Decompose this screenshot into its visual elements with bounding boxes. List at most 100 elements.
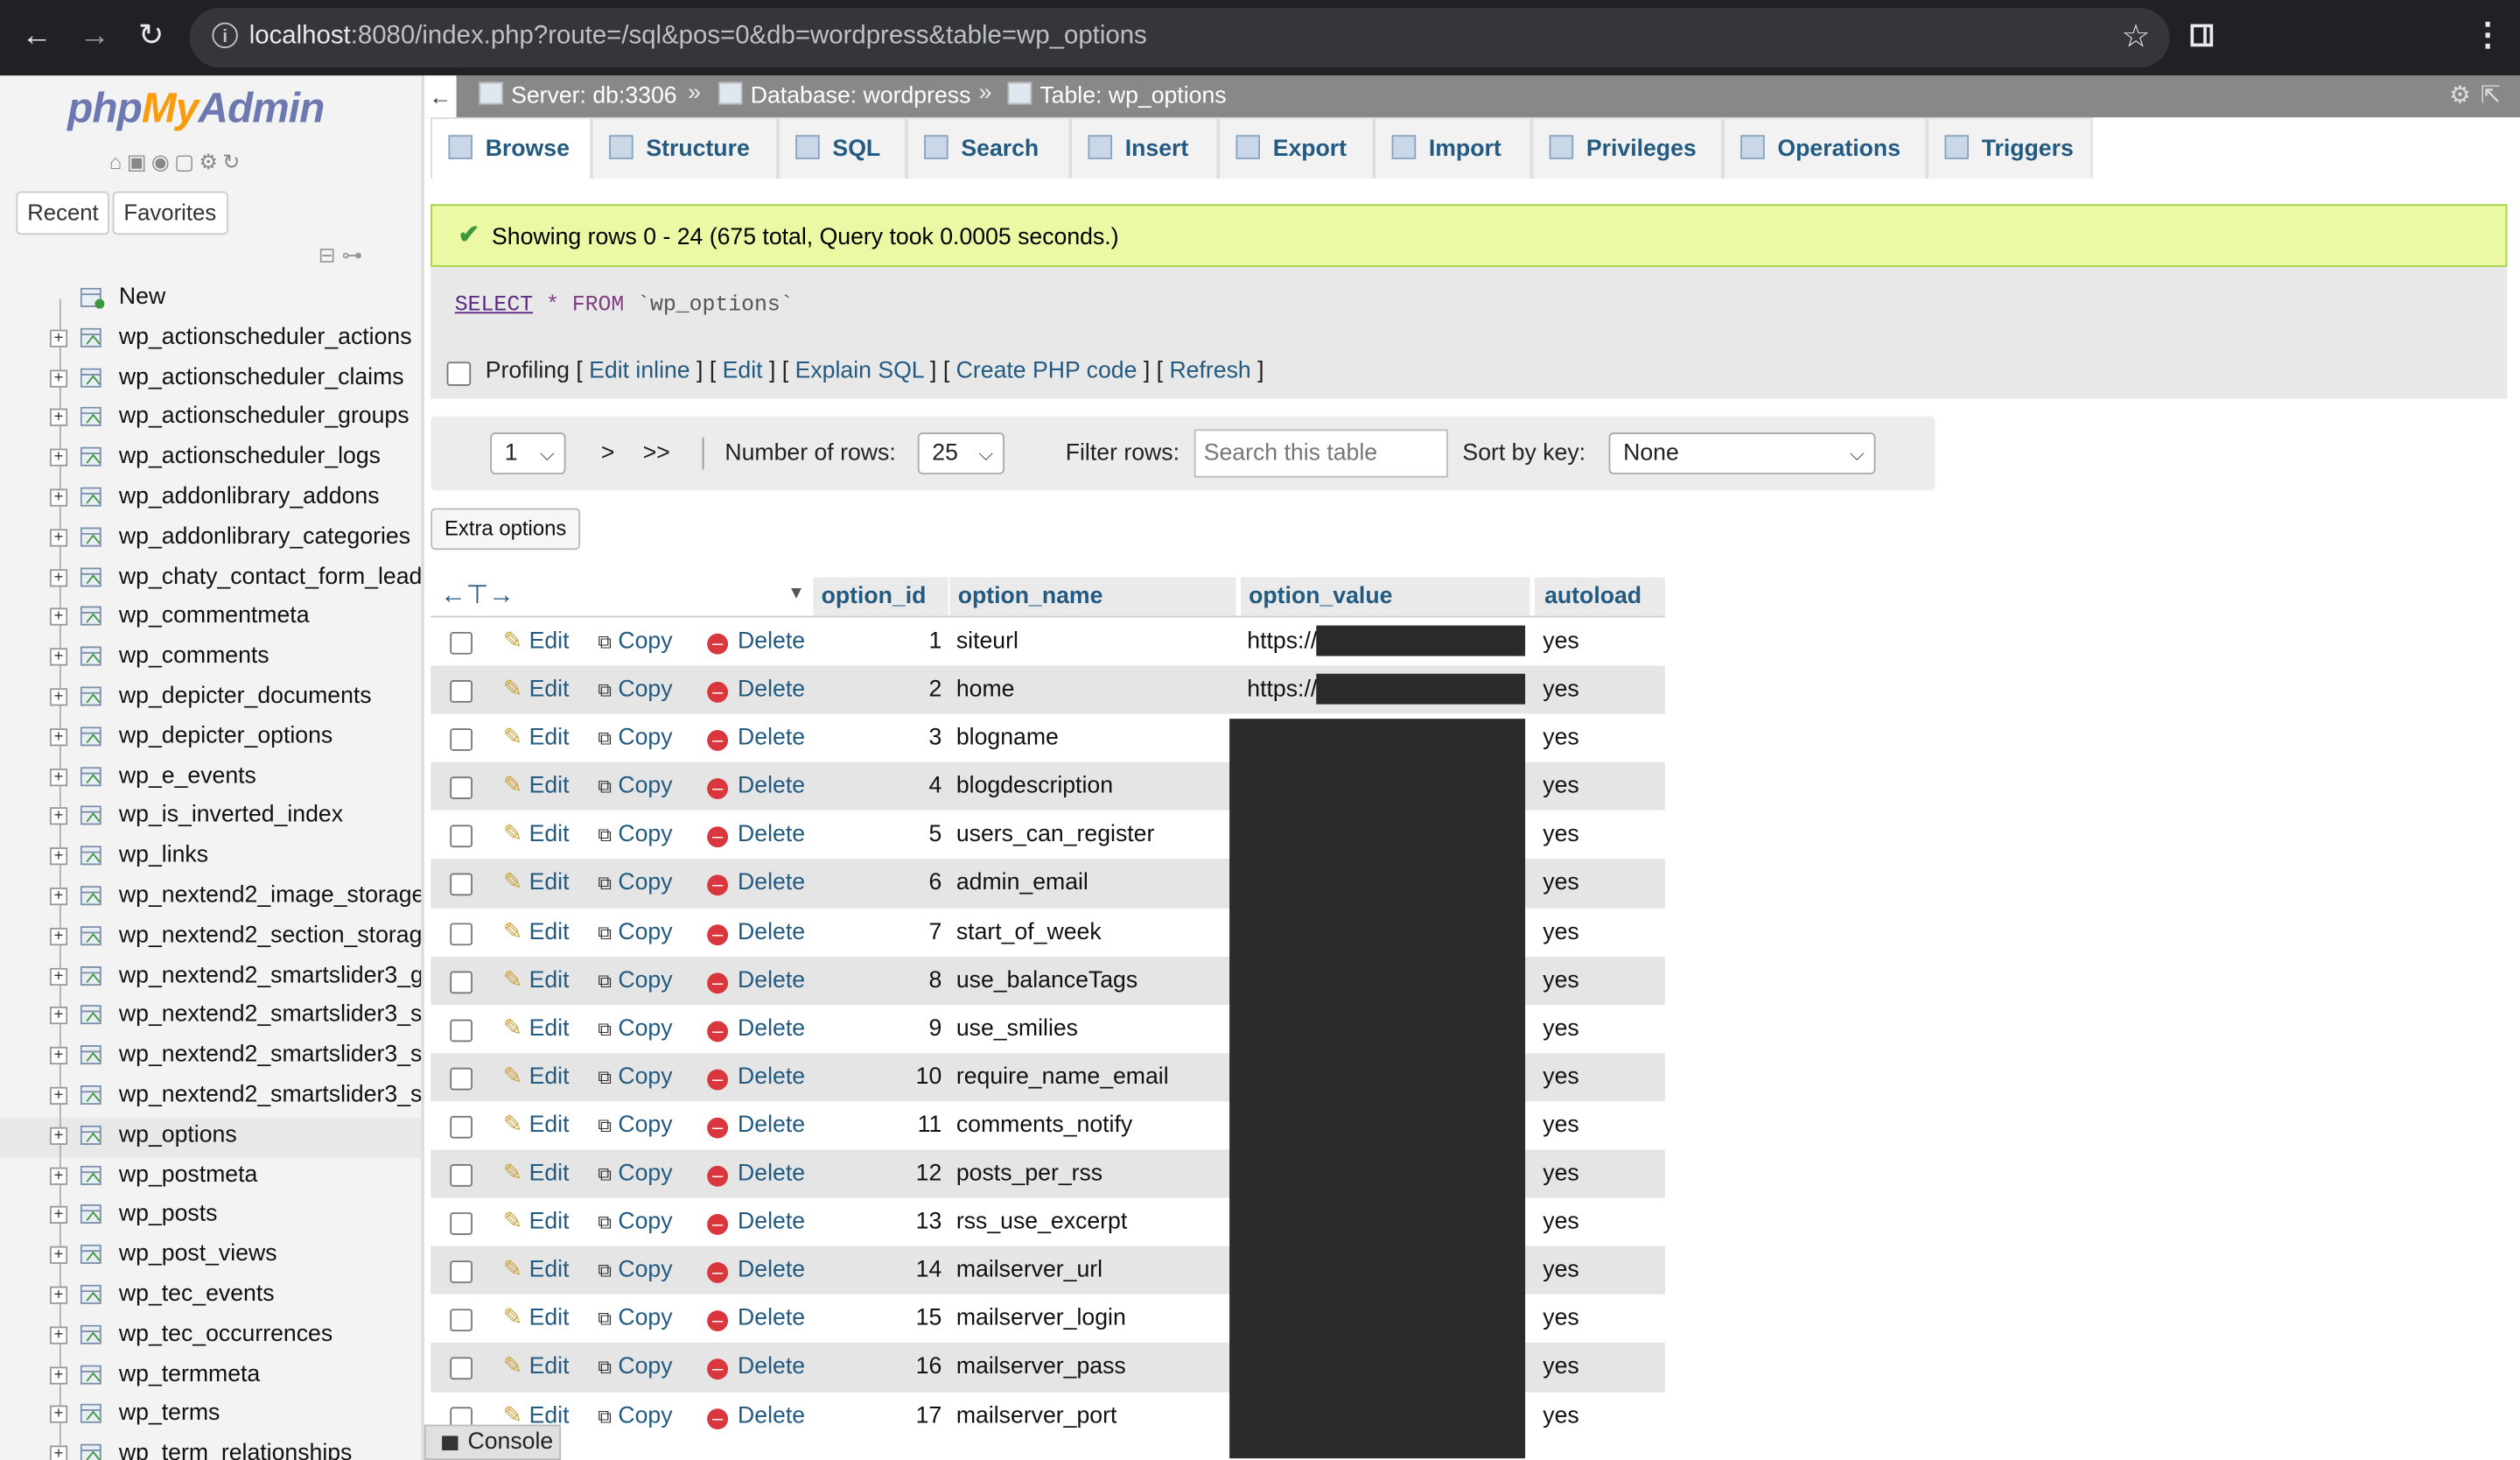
row-checkbox[interactable]	[450, 1115, 472, 1139]
sidebar-table-label[interactable]: wp_posts	[119, 1202, 218, 1227]
console-toggle[interactable]: Console	[424, 1424, 562, 1460]
row-checkbox[interactable]	[450, 1260, 472, 1284]
expand-icon[interactable]: +	[49, 727, 68, 746]
tab-import[interactable]: Import	[1374, 117, 1532, 179]
next-page-button[interactable]: >	[601, 440, 615, 466]
sidebar-table-item[interactable]: + wp_termmeta	[0, 1356, 421, 1397]
cell-option-name[interactable]: mailserver_pass	[956, 1355, 1126, 1380]
cell-option-id[interactable]: 17	[864, 1403, 942, 1428]
sidebar-table-item[interactable]: + wp_tec_occurrences	[0, 1316, 421, 1357]
recent-button[interactable]: Recent	[16, 191, 110, 235]
sidebar-table-label[interactable]: wp_nextend2_smartslider3_sl	[119, 1042, 421, 1068]
breadcrumb-table[interactable]: Table: wp_options	[1007, 81, 1227, 109]
cell-autoload[interactable]: yes	[1543, 1306, 1578, 1331]
sidebar-table-label[interactable]: wp_postmeta	[119, 1162, 257, 1187]
sidebar-table-label[interactable]: wp_actionscheduler_claims	[119, 364, 404, 390]
cell-option-id[interactable]: 10	[864, 1064, 942, 1090]
cell-option-name[interactable]: posts_per_rss	[956, 1161, 1102, 1186]
cell-option-name[interactable]: home	[956, 677, 1015, 703]
settings-icon[interactable]: ⚙⇱	[2449, 81, 2510, 109]
cell-autoload[interactable]: yes	[1543, 774, 1578, 799]
cell-option-id[interactable]: 3	[864, 726, 942, 751]
side-panel-icon[interactable]	[2190, 24, 2214, 47]
expand-icon[interactable]: +	[49, 847, 68, 866]
copy-row-button[interactable]: ⧉ Copy	[598, 726, 672, 751]
cell-autoload[interactable]: yes	[1543, 1403, 1578, 1428]
sidebar-table-label[interactable]: wp_commentmeta	[119, 604, 310, 629]
expand-icon[interactable]: +	[49, 1127, 68, 1145]
back-icon[interactable]: ←	[13, 13, 61, 61]
expand-icon[interactable]: +	[49, 329, 68, 347]
edit-link[interactable]: Edit	[723, 359, 763, 384]
tab-triggers[interactable]: Triggers	[1927, 117, 2093, 179]
sidebar-table-item[interactable]: + wp_nextend2_section_storage	[0, 917, 421, 958]
collapse-all-icon[interactable]: ⊟ ⊶	[318, 242, 363, 268]
copy-row-button[interactable]: ⧉ Copy	[598, 1113, 672, 1138]
delete-row-button[interactable]: – Delete	[707, 1355, 805, 1380]
cell-option-id[interactable]: 5	[864, 822, 942, 847]
header-option-name[interactable]: option_name	[958, 584, 1103, 609]
edit-inline-link[interactable]: Edit inline	[589, 359, 690, 384]
collapse-nav-icon[interactable]: ←	[424, 75, 457, 118]
sidebar-table-item[interactable]: + wp_depicter_documents	[0, 678, 421, 719]
delete-row-button[interactable]: – Delete	[707, 1016, 805, 1042]
delete-row-button[interactable]: – Delete	[707, 871, 805, 897]
sidebar-table-item[interactable]: + wp_term_relationships	[0, 1435, 421, 1460]
sidebar-table-item[interactable]: + wp_actionscheduler_groups	[0, 399, 421, 439]
sidebar-table-label[interactable]: wp_addonlibrary_categories	[119, 523, 410, 549]
row-checkbox[interactable]	[450, 728, 472, 752]
edit-row-button[interactable]: ✎ Edit	[503, 628, 570, 654]
row-checkbox[interactable]	[450, 680, 472, 703]
quick-links-icons[interactable]: ⌂▣◉▢⚙↻	[109, 150, 245, 175]
cell-option-name[interactable]: rss_use_excerpt	[956, 1210, 1127, 1235]
edit-row-button[interactable]: ✎ Edit	[503, 1258, 570, 1283]
sidebar-table-item[interactable]: + wp_comments	[0, 638, 421, 679]
edit-row-button[interactable]: ✎ Edit	[503, 822, 570, 847]
edit-row-button[interactable]: ✎ Edit	[503, 919, 570, 944]
sidebar-table-label[interactable]: wp_actionscheduler_actions	[119, 325, 412, 350]
tab-browse[interactable]: Browse	[430, 117, 592, 179]
delete-row-button[interactable]: – Delete	[707, 1403, 805, 1429]
sidebar-table-label[interactable]: wp_post_views	[119, 1241, 277, 1267]
edit-row-button[interactable]: ✎ Edit	[503, 677, 570, 703]
sidebar-table-label[interactable]: wp_term_relationships	[119, 1441, 352, 1460]
cell-autoload[interactable]: yes	[1543, 1113, 1578, 1138]
copy-row-button[interactable]: ⧉ Copy	[598, 1403, 672, 1428]
sidebar-table-item[interactable]: + wp_chaty_contact_form_leads	[0, 558, 421, 600]
cell-option-name[interactable]: admin_email	[956, 871, 1088, 896]
expand-icon[interactable]: +	[49, 608, 68, 627]
sidebar-table-item[interactable]: + wp_options	[0, 1117, 422, 1157]
phpmyadmin-logo[interactable]: phpMyAdmin	[67, 84, 325, 134]
edit-row-button[interactable]: ✎ Edit	[503, 1113, 570, 1138]
sidebar-table-item[interactable]: + wp_nextend2_smartslider3_sl	[0, 997, 421, 1038]
tab-search[interactable]: Search	[906, 117, 1071, 179]
expand-icon[interactable]: +	[49, 648, 68, 666]
column-menu-icon[interactable]: ▼	[788, 584, 805, 603]
cell-option-id[interactable]: 4	[864, 774, 942, 799]
cell-autoload[interactable]: yes	[1543, 677, 1578, 703]
sidebar-table-item[interactable]: + wp_links	[0, 838, 421, 878]
edit-row-button[interactable]: ✎ Edit	[503, 1064, 570, 1090]
last-page-button[interactable]: >>	[643, 440, 670, 466]
copy-row-button[interactable]: ⧉ Copy	[598, 1306, 672, 1331]
cell-option-id[interactable]: 15	[864, 1306, 942, 1331]
tab-export[interactable]: Export	[1218, 117, 1375, 179]
copy-row-button[interactable]: ⧉ Copy	[598, 1016, 672, 1042]
browser-menu-icon[interactable]: ⋮	[2472, 15, 2504, 55]
sql-query[interactable]: SELECT * FROM `wp_options`	[455, 294, 794, 319]
sidebar-table-label[interactable]: wp_termmeta	[119, 1361, 260, 1386]
cell-autoload[interactable]: yes	[1543, 1016, 1578, 1042]
sidebar-table-item[interactable]: + wp_nextend2_smartslider3_sl	[0, 1037, 421, 1077]
tab-privileges[interactable]: Privileges	[1531, 117, 1723, 179]
copy-row-button[interactable]: ⧉ Copy	[598, 1355, 672, 1380]
copy-row-button[interactable]: ⧉ Copy	[598, 967, 672, 993]
expand-icon[interactable]: +	[49, 409, 68, 427]
expand-icon[interactable]: +	[49, 448, 68, 467]
cell-option-name[interactable]: use_balanceTags	[956, 967, 1138, 993]
copy-row-button[interactable]: ⧉ Copy	[598, 822, 672, 847]
cell-option-id[interactable]: 11	[864, 1113, 942, 1138]
delete-row-button[interactable]: – Delete	[707, 822, 805, 848]
cell-option-id[interactable]: 14	[864, 1258, 942, 1283]
delete-row-button[interactable]: – Delete	[707, 1258, 805, 1284]
row-checkbox[interactable]	[450, 776, 472, 800]
